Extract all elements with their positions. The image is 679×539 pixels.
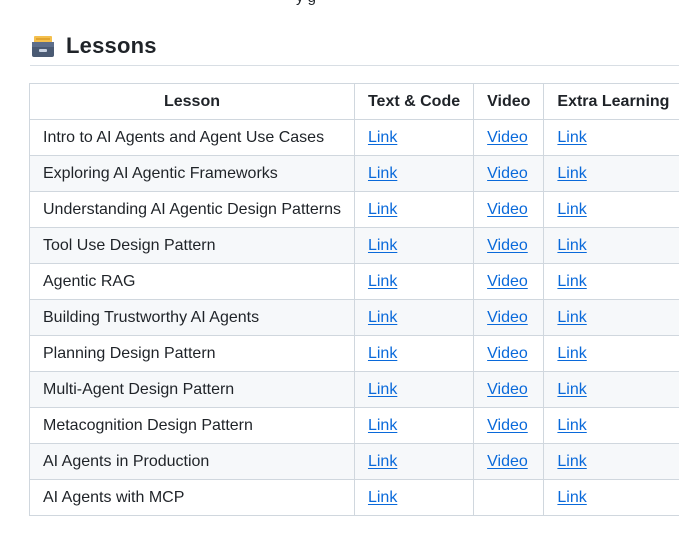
lesson-title: Exploring AI Agentic Frameworks (29, 155, 355, 192)
text-code-link[interactable]: Link (368, 417, 397, 434)
column-header-text-code: Text & Code (353, 83, 475, 120)
text-code-link[interactable]: Link (368, 381, 397, 398)
table-row: Exploring AI Agentic Frameworks Link Vid… (29, 155, 679, 192)
lesson-title: Metacognition Design Pattern (29, 407, 355, 444)
extra-learning-link[interactable]: Link (557, 489, 586, 506)
text-code-link[interactable]: Link (368, 129, 397, 146)
text-code-link[interactable]: Link (368, 453, 397, 470)
extra-learning-link[interactable]: Link (557, 453, 586, 470)
video-link[interactable]: Video (487, 237, 528, 254)
empty-video-cell (473, 479, 545, 516)
table-header-row: Lesson Text & Code Video Extra Learning (29, 83, 679, 120)
text-code-link[interactable]: Link (368, 489, 397, 506)
table-row: AI Agents with MCP Link Link (29, 479, 679, 516)
extra-learning-link[interactable]: Link (557, 237, 586, 254)
video-link[interactable]: Video (487, 381, 528, 398)
extra-learning-link[interactable]: Link (557, 201, 586, 218)
table-row: Intro to AI Agents and Agent Use Cases L… (29, 119, 679, 156)
extra-learning-link[interactable]: Link (557, 129, 586, 146)
column-header-lesson: Lesson (29, 83, 355, 120)
text-code-link[interactable]: Link (368, 345, 397, 362)
table-row: Agentic RAG Link Video Link (29, 263, 679, 300)
table-row: Metacognition Design Pattern Link Video … (29, 407, 679, 444)
video-link[interactable]: Video (487, 273, 528, 290)
text-code-link[interactable]: Link (368, 165, 397, 182)
video-link[interactable]: Video (487, 345, 528, 362)
text-code-link[interactable]: Link (368, 309, 397, 326)
column-header-video: Video (473, 83, 545, 120)
text-code-link[interactable]: Link (368, 273, 397, 290)
extra-learning-link[interactable]: Link (557, 381, 586, 398)
video-link[interactable]: Video (487, 309, 528, 326)
table-row: Building Trustworthy AI Agents Link Vide… (29, 299, 679, 336)
lesson-title: AI Agents in Production (29, 443, 355, 480)
table-row: Planning Design Pattern Link Video Link (29, 335, 679, 372)
section-heading: Lessons (30, 28, 679, 64)
lesson-title: Multi-Agent Design Pattern (29, 371, 355, 408)
lesson-title: Agentic RAG (29, 263, 355, 300)
lesson-title: Understanding AI Agentic Design Patterns (29, 191, 355, 228)
extra-learning-link[interactable]: Link (557, 165, 586, 182)
section-heading-container: Lessons (30, 28, 679, 66)
extra-learning-link[interactable]: Link (557, 309, 586, 326)
video-link[interactable]: Video (487, 453, 528, 470)
text-code-link[interactable]: Link (368, 201, 397, 218)
video-link[interactable]: Video (487, 165, 528, 182)
extra-learning-link[interactable]: Link (557, 273, 586, 290)
lesson-title: Building Trustworthy AI Agents (29, 299, 355, 336)
table-row: AI Agents in Production Link Video Link (29, 443, 679, 480)
lesson-title: Planning Design Pattern (29, 335, 355, 372)
table-row: Tool Use Design Pattern Link Video Link (29, 227, 679, 264)
lesson-title: AI Agents with MCP (29, 479, 355, 516)
card-file-box-icon (30, 33, 56, 59)
lesson-title: Intro to AI Agents and Agent Use Cases (29, 119, 355, 156)
extra-learning-link[interactable]: Link (557, 345, 586, 362)
table-row: Multi-Agent Design Pattern Link Video Li… (29, 371, 679, 408)
video-link[interactable]: Video (487, 201, 528, 218)
lessons-table: Lesson Text & Code Video Extra Learning … (29, 83, 679, 516)
clipped-text-fragment: y g (296, 0, 316, 6)
column-header-extra-learning: Extra Learning (543, 83, 679, 120)
video-link[interactable]: Video (487, 417, 528, 434)
page-title: Lessons (66, 33, 157, 58)
lesson-title: Tool Use Design Pattern (29, 227, 355, 264)
lessons-table-container: Lesson Text & Code Video Extra Learning … (29, 83, 679, 516)
video-link[interactable]: Video (487, 129, 528, 146)
extra-learning-link[interactable]: Link (557, 417, 586, 434)
table-row: Understanding AI Agentic Design Patterns… (29, 191, 679, 228)
text-code-link[interactable]: Link (368, 237, 397, 254)
